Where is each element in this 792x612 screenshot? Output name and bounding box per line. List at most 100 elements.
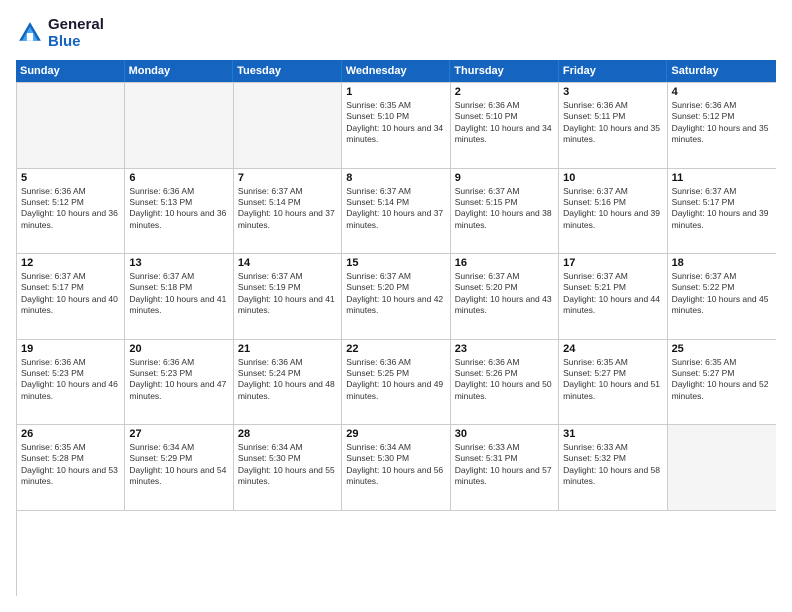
calendar-row: 1 Sunrise: 6:35 AM Sunset: 5:10 PM Daylig… bbox=[17, 83, 776, 169]
day-info: Sunrise: 6:37 AM Sunset: 5:21 PM Dayligh… bbox=[563, 271, 662, 317]
day-number: 8 bbox=[346, 172, 445, 184]
day-number: 6 bbox=[129, 172, 228, 184]
day-number: 5 bbox=[21, 172, 120, 184]
day-number: 18 bbox=[672, 257, 772, 269]
calendar-row: 26 Sunrise: 6:35 AM Sunset: 5:28 PM Dayli… bbox=[17, 425, 776, 511]
day-number: 12 bbox=[21, 257, 120, 269]
calendar-cell: 1 Sunrise: 6:35 AM Sunset: 5:10 PM Daylig… bbox=[342, 83, 450, 168]
day-info: Sunrise: 6:37 AM Sunset: 5:16 PM Dayligh… bbox=[563, 186, 662, 232]
day-number: 17 bbox=[563, 257, 662, 269]
calendar-cell: 18Sunrise: 6:37 AM Sunset: 5:22 PM Dayli… bbox=[668, 254, 776, 339]
calendar-cell: 11 Sunrise: 6:37 AM Sunset: 5:17 PM Dayli… bbox=[668, 169, 776, 254]
day-info: Sunrise: 6:34 AM Sunset: 5:30 PM Dayligh… bbox=[238, 442, 337, 488]
calendar-cell: 3 Sunrise: 6:36 AM Sunset: 5:11 PM Daylig… bbox=[559, 83, 667, 168]
day-info: Sunrise: 6:36 AM Sunset: 5:13 PM Dayligh… bbox=[129, 186, 228, 232]
calendar-cell: 23 Sunrise: 6:36 AM Sunset: 5:26 PM Dayli… bbox=[451, 340, 559, 425]
day-number: 3 bbox=[563, 86, 662, 98]
day-info: Sunrise: 6:37 AM Sunset: 5:17 PM Dayligh… bbox=[21, 271, 120, 317]
day-number: 4 bbox=[672, 86, 772, 98]
day-info: Sunrise: 6:36 AM Sunset: 5:12 PM Dayligh… bbox=[672, 100, 772, 146]
calendar-cell: 7 Sunrise: 6:37 AM Sunset: 5:14 PM Daylig… bbox=[234, 169, 342, 254]
calendar-cell bbox=[668, 425, 776, 510]
page-header: General Blue bbox=[16, 16, 776, 50]
day-info: Sunrise: 6:36 AM Sunset: 5:11 PM Dayligh… bbox=[563, 100, 662, 146]
day-info: Sunrise: 6:34 AM Sunset: 5:30 PM Dayligh… bbox=[346, 442, 445, 488]
day-info: Sunrise: 6:37 AM Sunset: 5:17 PM Dayligh… bbox=[672, 186, 772, 232]
calendar-cell: 25 Sunrise: 6:35 AM Sunset: 5:27 PM Dayli… bbox=[668, 340, 776, 425]
day-number: 19 bbox=[21, 343, 120, 355]
day-number: 1 bbox=[346, 86, 445, 98]
weekday-header: Saturday bbox=[667, 60, 776, 82]
day-number: 24 bbox=[563, 343, 662, 355]
calendar-cell bbox=[234, 83, 342, 168]
day-number: 11 bbox=[672, 172, 772, 184]
day-info: Sunrise: 6:36 AM Sunset: 5:26 PM Dayligh… bbox=[455, 357, 554, 403]
day-number: 14 bbox=[238, 257, 337, 269]
calendar-cell: 4 Sunrise: 6:36 AM Sunset: 5:12 PM Daylig… bbox=[668, 83, 776, 168]
calendar-cell bbox=[17, 83, 125, 168]
day-number: 26 bbox=[21, 428, 120, 440]
calendar-row: 12 Sunrise: 6:37 AM Sunset: 5:17 PM Dayli… bbox=[17, 254, 776, 340]
calendar-cell: 31 Sunrise: 6:33 AM Sunset: 5:32 PM Dayli… bbox=[559, 425, 667, 510]
calendar-cell: 10 Sunrise: 6:37 AM Sunset: 5:16 PM Dayli… bbox=[559, 169, 667, 254]
day-info: Sunrise: 6:36 AM Sunset: 5:23 PM Dayligh… bbox=[129, 357, 228, 403]
logo-text: General Blue bbox=[48, 16, 104, 50]
weekday-header: Monday bbox=[125, 60, 234, 82]
day-info: Sunrise: 6:36 AM Sunset: 5:10 PM Dayligh… bbox=[455, 100, 554, 146]
logo: General Blue bbox=[16, 16, 104, 50]
weekday-header: Thursday bbox=[450, 60, 559, 82]
day-info: Sunrise: 6:33 AM Sunset: 5:32 PM Dayligh… bbox=[563, 442, 662, 488]
day-number: 31 bbox=[563, 428, 662, 440]
calendar: SundayMondayTuesdayWednesdayThursdayFrid… bbox=[16, 60, 776, 596]
day-info: Sunrise: 6:35 AM Sunset: 5:28 PM Dayligh… bbox=[21, 442, 120, 488]
weekday-header: Wednesday bbox=[342, 60, 451, 82]
calendar-cell bbox=[125, 83, 233, 168]
calendar-cell: 8 Sunrise: 6:37 AM Sunset: 5:14 PM Daylig… bbox=[342, 169, 450, 254]
calendar-cell: 30Sunrise: 6:33 AM Sunset: 5:31 PM Dayli… bbox=[451, 425, 559, 510]
day-info: Sunrise: 6:37 AM Sunset: 5:14 PM Dayligh… bbox=[238, 186, 337, 232]
day-number: 29 bbox=[346, 428, 445, 440]
calendar-cell: 22Sunrise: 6:36 AM Sunset: 5:25 PM Dayli… bbox=[342, 340, 450, 425]
calendar-cell: 20 Sunrise: 6:36 AM Sunset: 5:23 PM Dayli… bbox=[125, 340, 233, 425]
day-number: 23 bbox=[455, 343, 554, 355]
calendar-cell: 19 Sunrise: 6:36 AM Sunset: 5:23 PM Dayli… bbox=[17, 340, 125, 425]
calendar-cell: 28 Sunrise: 6:34 AM Sunset: 5:30 PM Dayli… bbox=[234, 425, 342, 510]
day-number: 22 bbox=[346, 343, 445, 355]
day-number: 20 bbox=[129, 343, 228, 355]
weekday-header: Friday bbox=[559, 60, 668, 82]
day-info: Sunrise: 6:36 AM Sunset: 5:23 PM Dayligh… bbox=[21, 357, 120, 403]
calendar-cell: 21 Sunrise: 6:36 AM Sunset: 5:24 PM Dayli… bbox=[234, 340, 342, 425]
day-info: Sunrise: 6:34 AM Sunset: 5:29 PM Dayligh… bbox=[129, 442, 228, 488]
day-info: Sunrise: 6:37 AM Sunset: 5:14 PM Dayligh… bbox=[346, 186, 445, 232]
calendar-body: 1 Sunrise: 6:35 AM Sunset: 5:10 PM Daylig… bbox=[16, 82, 776, 596]
day-info: Sunrise: 6:35 AM Sunset: 5:27 PM Dayligh… bbox=[672, 357, 772, 403]
calendar-cell: 24 Sunrise: 6:35 AM Sunset: 5:27 PM Dayli… bbox=[559, 340, 667, 425]
calendar-page: General Blue SundayMondayTuesdayWednesda… bbox=[0, 0, 792, 612]
calendar-cell: 5Sunrise: 6:36 AM Sunset: 5:12 PM Daylig… bbox=[17, 169, 125, 254]
day-info: Sunrise: 6:37 AM Sunset: 5:19 PM Dayligh… bbox=[238, 271, 337, 317]
calendar-cell: 16 Sunrise: 6:37 AM Sunset: 5:20 PM Dayli… bbox=[451, 254, 559, 339]
day-number: 13 bbox=[129, 257, 228, 269]
day-number: 10 bbox=[563, 172, 662, 184]
calendar-cell: 2 Sunrise: 6:36 AM Sunset: 5:10 PM Daylig… bbox=[451, 83, 559, 168]
calendar-row: 19 Sunrise: 6:36 AM Sunset: 5:23 PM Dayli… bbox=[17, 340, 776, 426]
day-number: 7 bbox=[238, 172, 337, 184]
day-info: Sunrise: 6:37 AM Sunset: 5:20 PM Dayligh… bbox=[455, 271, 554, 317]
calendar-cell: 29 Sunrise: 6:34 AM Sunset: 5:30 PM Dayli… bbox=[342, 425, 450, 510]
day-number: 15 bbox=[346, 257, 445, 269]
day-number: 2 bbox=[455, 86, 554, 98]
day-number: 25 bbox=[672, 343, 772, 355]
calendar-cell: 27Sunrise: 6:34 AM Sunset: 5:29 PM Dayli… bbox=[125, 425, 233, 510]
day-number: 30 bbox=[455, 428, 554, 440]
calendar-cell: 9Sunrise: 6:37 AM Sunset: 5:15 PM Daylig… bbox=[451, 169, 559, 254]
day-info: Sunrise: 6:35 AM Sunset: 5:10 PM Dayligh… bbox=[346, 100, 445, 146]
calendar-row: 5Sunrise: 6:36 AM Sunset: 5:12 PM Daylig… bbox=[17, 169, 776, 255]
day-number: 28 bbox=[238, 428, 337, 440]
day-number: 21 bbox=[238, 343, 337, 355]
day-info: Sunrise: 6:36 AM Sunset: 5:24 PM Dayligh… bbox=[238, 357, 337, 403]
calendar-cell: 17 Sunrise: 6:37 AM Sunset: 5:21 PM Dayli… bbox=[559, 254, 667, 339]
day-info: Sunrise: 6:35 AM Sunset: 5:27 PM Dayligh… bbox=[563, 357, 662, 403]
logo-icon bbox=[16, 19, 44, 47]
weekday-header: Sunday bbox=[16, 60, 125, 82]
day-number: 16 bbox=[455, 257, 554, 269]
